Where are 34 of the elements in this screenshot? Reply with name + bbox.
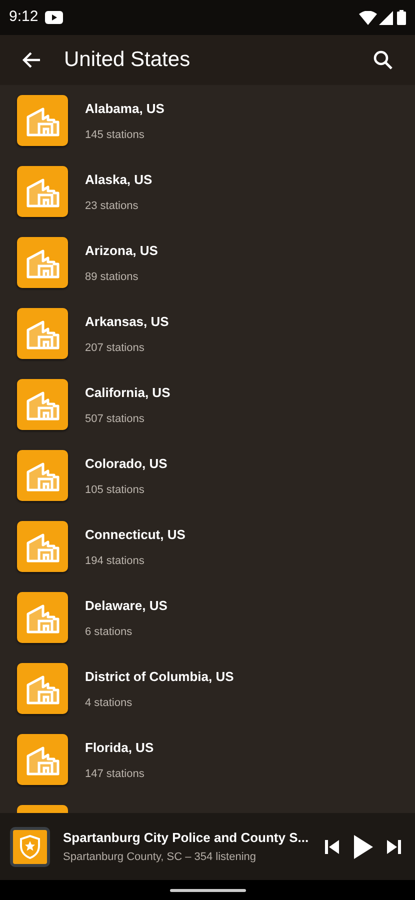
region-name: Florida, US (85, 739, 154, 757)
region-name: California, US (85, 384, 170, 402)
station-count: 147 stations (85, 766, 146, 782)
station-count: 105 stations (85, 482, 146, 498)
region-item[interactable]: Alaska, US 23 stations (0, 166, 415, 237)
region-item[interactable]: Colorado, US 105 stations (0, 450, 415, 521)
station-count: 145 stations (85, 128, 146, 142)
region-item[interactable]: Alabama, US 145 stations (0, 95, 415, 166)
station-count: 89 stations (85, 270, 140, 284)
station-count: 194 stations (85, 554, 146, 568)
station-count: 23 stations (85, 198, 140, 214)
region-item[interactable]: Arizona, US 89 stations (0, 237, 415, 308)
station-count: 6 stations (85, 624, 134, 640)
now-playing-subtitle: Spartanburg County, SC – 354 listening (63, 850, 258, 865)
region-item[interactable]: Florida, US 147 stations (0, 734, 415, 805)
status-time: 9:12 (9, 7, 38, 28)
station-count: 507 stations (85, 412, 146, 426)
region-name: Arizona, US (85, 242, 158, 260)
region-name: Delaware, US (85, 597, 168, 615)
region-name: District of Columbia, US (85, 668, 234, 686)
region-name: Arkansas, US (85, 313, 169, 331)
region-item[interactable]: Arkansas, US 207 stations (0, 308, 415, 379)
now-playing-title[interactable]: Spartanburg City Police and County S... (63, 828, 321, 847)
region-name: Connecticut, US (85, 526, 186, 544)
region-item[interactable]: District of Columbia, US 4 stations (0, 663, 415, 734)
station-count: 207 stations (85, 340, 146, 356)
station-count: 4 stations (85, 696, 134, 710)
region-item[interactable]: Connecticut, US 194 stations (0, 521, 415, 592)
region-name: Colorado, US (85, 455, 168, 473)
region-name: Alaska, US (85, 171, 152, 189)
region-item[interactable]: Delaware, US 6 stations (0, 592, 415, 663)
region-name: Alabama, US (85, 100, 164, 118)
screen-title: United States (64, 47, 190, 74)
region-item[interactable]: California, US 507 stations (0, 379, 415, 450)
